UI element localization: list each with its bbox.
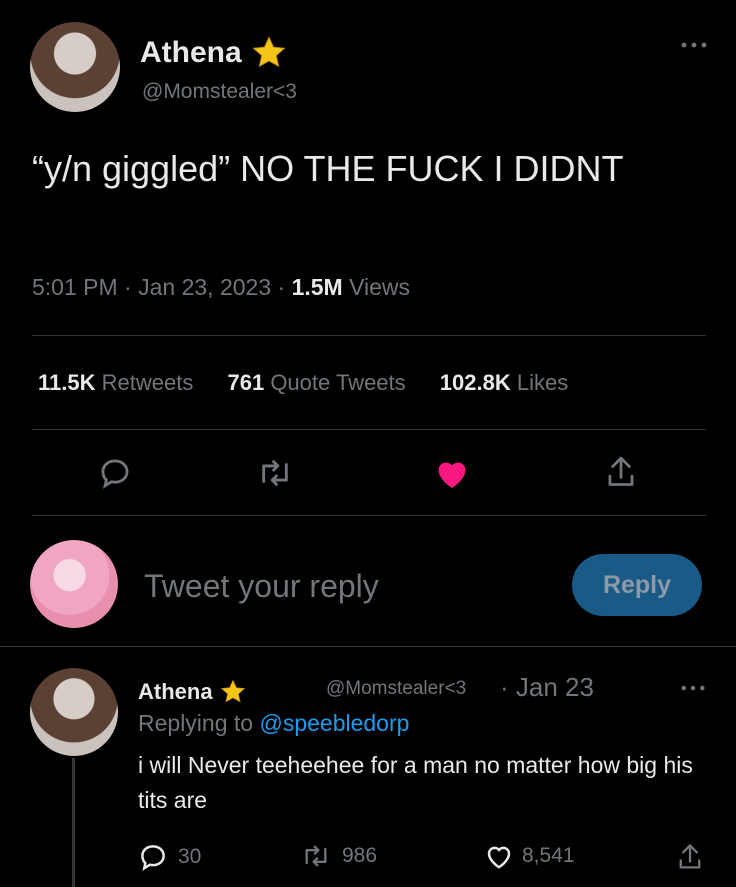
- stats-row: 11.5K Retweets 761 Quote Tweets 102.8K L…: [38, 370, 568, 396]
- retweets-stat[interactable]: 11.5K Retweets: [38, 370, 199, 395]
- retweet-icon[interactable]: [256, 456, 294, 490]
- likes-stat[interactable]: 102.8K Likes: [440, 370, 568, 395]
- star-icon: [219, 678, 247, 706]
- reply-author-handle[interactable]: @Momstealer<3: [326, 678, 466, 700]
- tweet-meta: 5:01 PM · Jan 23, 2023 · 1.5M Views: [32, 274, 410, 301]
- reply-author-row[interactable]: Athena: [138, 678, 247, 706]
- more-icon[interactable]: [680, 40, 708, 50]
- divider: [32, 335, 706, 336]
- divider: [32, 515, 706, 516]
- share-icon[interactable]: [604, 454, 638, 490]
- likes-label: Likes: [516, 370, 569, 395]
- heart-icon: [484, 842, 514, 870]
- reply-author-name: Athena: [138, 679, 213, 704]
- retweet-icon: [300, 842, 332, 870]
- replying-prefix: Replying to: [138, 710, 254, 736]
- retweets-label: Retweets: [101, 370, 194, 395]
- reply-retweets-count: 986: [342, 844, 378, 867]
- views-label: Views: [349, 274, 411, 300]
- tweet-text: “y/n giggled” NO THE FUCK I DIDNT: [32, 148, 624, 189]
- divider: [0, 646, 736, 647]
- reply-replies-action[interactable]: 30: [138, 842, 201, 872]
- reply-likes-action[interactable]: 8,541: [484, 842, 575, 870]
- author-handle[interactable]: @Momstealer<3: [142, 80, 297, 104]
- author-avatar[interactable]: [30, 22, 120, 112]
- reply-author-avatar[interactable]: [30, 668, 118, 756]
- reply-icon[interactable]: [98, 456, 132, 490]
- quotes-label: Quote Tweets: [270, 370, 406, 395]
- reply-meta: · Jan 23: [500, 672, 594, 703]
- tweet-date: Jan 23, 2023: [138, 274, 272, 300]
- heart-icon[interactable]: [434, 456, 470, 490]
- views-count: 1.5M: [291, 274, 343, 300]
- reply-retweets-action[interactable]: 986: [300, 842, 377, 870]
- reply-button[interactable]: Reply: [572, 554, 702, 616]
- star-icon: [250, 34, 288, 72]
- reply-date: Jan 23: [515, 672, 594, 702]
- reply-likes-count: 8,541: [522, 844, 575, 867]
- thread-line: [72, 758, 75, 887]
- reply-text: i will Never teeheehee for a man no matt…: [138, 752, 693, 813]
- retweets-count: 11.5K: [38, 370, 96, 395]
- likes-count: 102.8K: [439, 370, 511, 395]
- author-name: Athena: [140, 36, 242, 69]
- divider: [32, 429, 706, 430]
- separator: ·: [124, 274, 132, 300]
- user-avatar[interactable]: [30, 540, 118, 628]
- reply-icon: [138, 842, 168, 872]
- separator: ·: [277, 274, 286, 300]
- quotes-stat[interactable]: 761 Quote Tweets: [227, 370, 411, 395]
- quotes-count: 761: [227, 370, 265, 395]
- reply-input[interactable]: Tweet your reply: [144, 568, 379, 605]
- replying-to: Replying to @speebledorp: [138, 710, 409, 737]
- separator: ·: [500, 672, 509, 702]
- replies-count: 30: [178, 845, 202, 868]
- share-icon[interactable]: [676, 842, 704, 872]
- tweet-time: 5:01 PM: [32, 274, 118, 300]
- author-name-row[interactable]: Athena: [140, 34, 288, 72]
- replying-to-link[interactable]: @speebledorp: [259, 710, 409, 736]
- more-icon[interactable]: [680, 683, 706, 693]
